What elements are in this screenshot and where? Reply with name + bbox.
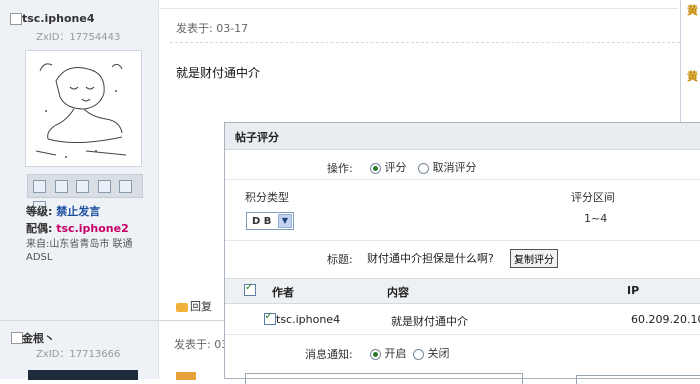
- card-icon[interactable]: [97, 180, 111, 193]
- reply-button[interactable]: 回复: [176, 298, 212, 314]
- add-friend-icon[interactable]: [54, 180, 68, 193]
- select-all-checkbox[interactable]: [244, 282, 256, 296]
- radio-icon[interactable]: [418, 162, 429, 174]
- score-range-label: 评分区间: [571, 191, 615, 204]
- author-name[interactable]: 金根丶: [22, 330, 55, 346]
- mate-link[interactable]: tsc.iphone2: [56, 222, 128, 235]
- post-time: 发表于: 03-17: [176, 22, 249, 35]
- right-label: 黄: [687, 70, 698, 83]
- author-location: 来自:山东省青岛市 联通ADSL: [26, 239, 133, 263]
- divider: [158, 8, 678, 9]
- dialog-title: 帖子评分: [235, 131, 279, 144]
- op-rate-radio[interactable]: 评分: [370, 159, 407, 175]
- reply-icon: [176, 302, 188, 312]
- radio-checked-icon[interactable]: [370, 348, 381, 360]
- group-icon[interactable]: [119, 180, 132, 193]
- reason-select[interactable]: [576, 375, 700, 384]
- profile-icon[interactable]: [76, 180, 89, 193]
- divider: [225, 240, 700, 241]
- op-cancel-radio[interactable]: 取消评分: [418, 159, 477, 175]
- level-value: 禁止发言: [56, 205, 101, 218]
- score-type-label: 积分类型: [245, 191, 289, 204]
- author-level: 等级: 禁止发言: [26, 205, 101, 218]
- score-type-select[interactable]: D B ▼: [246, 212, 294, 230]
- row-checkbox[interactable]: [263, 311, 276, 325]
- notify-on-radio[interactable]: 开启: [370, 345, 407, 361]
- rating-dialog: 帖子评分 操作: 评分 取消评分 积分类型 评分区间 D B ▼ 1~4 标题:…: [224, 122, 700, 384]
- post-content: 就是财付通中介: [176, 66, 261, 80]
- notify-off-radio[interactable]: 关闭: [413, 345, 450, 361]
- right-label: 黄: [687, 4, 698, 17]
- author-mate: 配偶: tsc.iphone2: [26, 222, 129, 235]
- table-cell-author: tsc.iphone4: [276, 313, 341, 326]
- chevron-down-icon[interactable]: ▼: [278, 214, 292, 228]
- avatar: [25, 50, 142, 167]
- col-author: 作者: [272, 286, 294, 299]
- score-range-value: 1~4: [584, 212, 608, 225]
- notify-label: 消息通知:: [305, 348, 353, 361]
- title-label: 标题:: [327, 253, 353, 266]
- post-time: 发表于: 03: [174, 338, 229, 351]
- divider: [225, 179, 700, 180]
- col-ip: IP: [627, 284, 640, 297]
- author-zxid: ZxID：17713666: [36, 349, 121, 360]
- divider: [225, 334, 700, 335]
- author-zxid: ZxID：17754443: [36, 32, 121, 43]
- radio-icon[interactable]: [413, 348, 424, 360]
- table-cell-content: 就是财付通中介: [391, 315, 468, 328]
- author-name[interactable]: tsc.iphone4: [22, 12, 94, 25]
- dialog-header: [225, 123, 700, 150]
- radio-checked-icon[interactable]: [370, 162, 381, 174]
- copy-rating-button[interactable]: 复制评分: [510, 249, 558, 268]
- avatar-sketch-icon: [35, 63, 127, 158]
- operation-label: 操作:: [327, 162, 353, 175]
- title-value: 财付通中介担保是什么啊?: [367, 252, 494, 265]
- select-post-checkbox[interactable]: [10, 13, 22, 25]
- author-action-icons: [27, 174, 143, 214]
- message-icon[interactable]: [33, 180, 46, 193]
- table-cell-ip: 60.209.20.10: [631, 313, 700, 326]
- divider: [170, 42, 680, 43]
- col-content: 内容: [387, 286, 409, 299]
